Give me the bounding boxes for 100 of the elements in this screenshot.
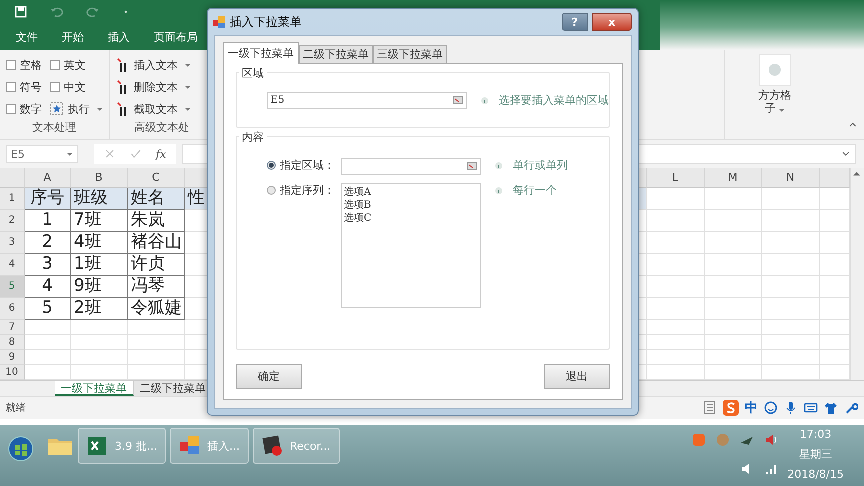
empty-cell	[705, 210, 762, 232]
sogou-tray-icon	[692, 433, 706, 448]
hint-text: 选择要插入菜单的区域	[499, 93, 609, 108]
orb-icon	[716, 433, 730, 448]
empty-cell	[762, 276, 820, 298]
redo-icon	[86, 5, 100, 19]
column-header[interactable]: M	[705, 168, 762, 188]
ribbon-tab[interactable]: 页面布局	[154, 30, 198, 44]
name-box[interactable]: E5	[6, 145, 78, 163]
dialog-tab[interactable]: 三级下拉菜单	[373, 45, 447, 63]
table-cell: 1	[25, 210, 71, 232]
empty-cell	[705, 350, 762, 365]
select-all-corner[interactable]	[0, 168, 25, 188]
speaker-icon	[764, 433, 778, 448]
table-cell: 4班	[71, 232, 128, 254]
empty-cell	[762, 254, 820, 276]
wrench-icon	[844, 401, 858, 415]
input-mode-label[interactable]: 中	[745, 399, 758, 417]
insert-function-button[interactable]: fx	[156, 148, 166, 160]
clock-date: 2018/8/15	[788, 468, 844, 481]
close-button[interactable]: x	[592, 13, 632, 31]
caret-icon	[67, 152, 73, 156]
spreadsheet-icon	[87, 435, 109, 457]
option-label: 英文	[64, 58, 86, 72]
group-label: 文本处理	[32, 120, 78, 136]
sheet-tab[interactable]: 一级下拉菜单	[55, 381, 134, 396]
table-cell: 7班	[71, 210, 128, 232]
dialog-tab[interactable]: 二级下拉菜单	[299, 45, 373, 63]
exit-button[interactable]: 退出	[544, 364, 610, 389]
row-header[interactable]: 7	[0, 320, 25, 335]
table-cell: 冯琴	[128, 276, 185, 298]
table-cell: 姓名	[128, 188, 185, 210]
row-header[interactable]: 4	[0, 254, 25, 276]
empty-cell	[705, 276, 762, 298]
hint-text: 单行或单列	[513, 158, 568, 173]
column-header[interactable]: B	[71, 168, 128, 188]
page-layout-icon	[703, 401, 717, 415]
checkbox[interactable]	[50, 60, 60, 70]
empty-cell	[762, 188, 820, 210]
row-header[interactable]: 3	[0, 232, 25, 254]
group-title: 区域	[239, 66, 267, 81]
info-icon	[481, 96, 489, 104]
row-header[interactable]: 1	[0, 188, 25, 210]
table-cell: 序号	[25, 188, 71, 210]
addin-button[interactable]: 方方格子	[755, 54, 795, 139]
info-icon	[495, 186, 503, 194]
table-cell: 令狐婕	[128, 298, 185, 320]
row-header[interactable]: 2	[0, 210, 25, 232]
row-header[interactable]: 5	[0, 276, 25, 298]
customize-icon	[122, 8, 130, 16]
dialog-tab[interactable]: 一级下拉菜单	[223, 42, 299, 64]
group-title: 内容	[239, 130, 267, 145]
checkbox[interactable]	[6, 104, 16, 114]
table-cell: 2	[25, 232, 71, 254]
table-cell: 5	[25, 298, 71, 320]
column-header[interactable]: C	[128, 168, 185, 188]
empty-cell	[762, 232, 820, 254]
table-cell: 班级	[71, 188, 128, 210]
row-header[interactable]: 9	[0, 350, 25, 365]
radio-option[interactable]: 指定区域：	[267, 158, 341, 173]
column-header[interactable]: L	[647, 168, 705, 188]
checkbox[interactable]	[6, 82, 16, 92]
empty-cell	[705, 232, 762, 254]
ribbon-tab[interactable]: 插入	[108, 30, 130, 44]
caret-icon	[185, 86, 191, 88]
column-header[interactable]: N	[762, 168, 820, 188]
checkbox[interactable]	[6, 60, 16, 70]
table-cell: 2班	[71, 298, 128, 320]
empty-cell	[705, 298, 762, 320]
checkbox[interactable]	[50, 82, 60, 92]
empty-cell	[705, 254, 762, 276]
run-button[interactable]: 执行	[50, 100, 103, 118]
row-header[interactable]: 8	[0, 335, 25, 350]
ribbon-button[interactable]: 插入文本	[116, 56, 208, 74]
empty-cell	[762, 210, 820, 232]
row-header[interactable]: 10	[0, 365, 25, 380]
empty-cell	[71, 350, 128, 365]
range-field[interactable]	[341, 158, 481, 175]
table-cell: 1班	[71, 254, 128, 276]
row-header[interactable]: 6	[0, 298, 25, 320]
column-header[interactable]: A	[25, 168, 71, 188]
range-field[interactable]: E5	[267, 92, 467, 109]
shirt-icon	[824, 401, 838, 415]
microphone-icon	[784, 401, 798, 415]
list-field[interactable]: 选项A 选项B 选项C	[341, 183, 481, 308]
ribbon-tab[interactable]: 开始	[62, 30, 84, 44]
ribbon-button[interactable]: 截取文本	[116, 100, 208, 118]
empty-cell	[705, 335, 762, 350]
cancel-icon	[104, 148, 116, 160]
option-label: 数字	[20, 102, 42, 116]
undo-icon	[50, 5, 64, 19]
empty-cell	[705, 188, 762, 210]
ribbon-button[interactable]: 删除文本	[116, 78, 208, 96]
table-cell: 9班	[71, 276, 128, 298]
start-orb-icon	[8, 436, 34, 462]
empty-cell	[762, 298, 820, 320]
ribbon-tab[interactable]: 文件	[16, 30, 38, 44]
save-icon	[14, 5, 28, 19]
empty-cell	[705, 320, 762, 335]
ok-button[interactable]: 确定	[236, 364, 302, 389]
